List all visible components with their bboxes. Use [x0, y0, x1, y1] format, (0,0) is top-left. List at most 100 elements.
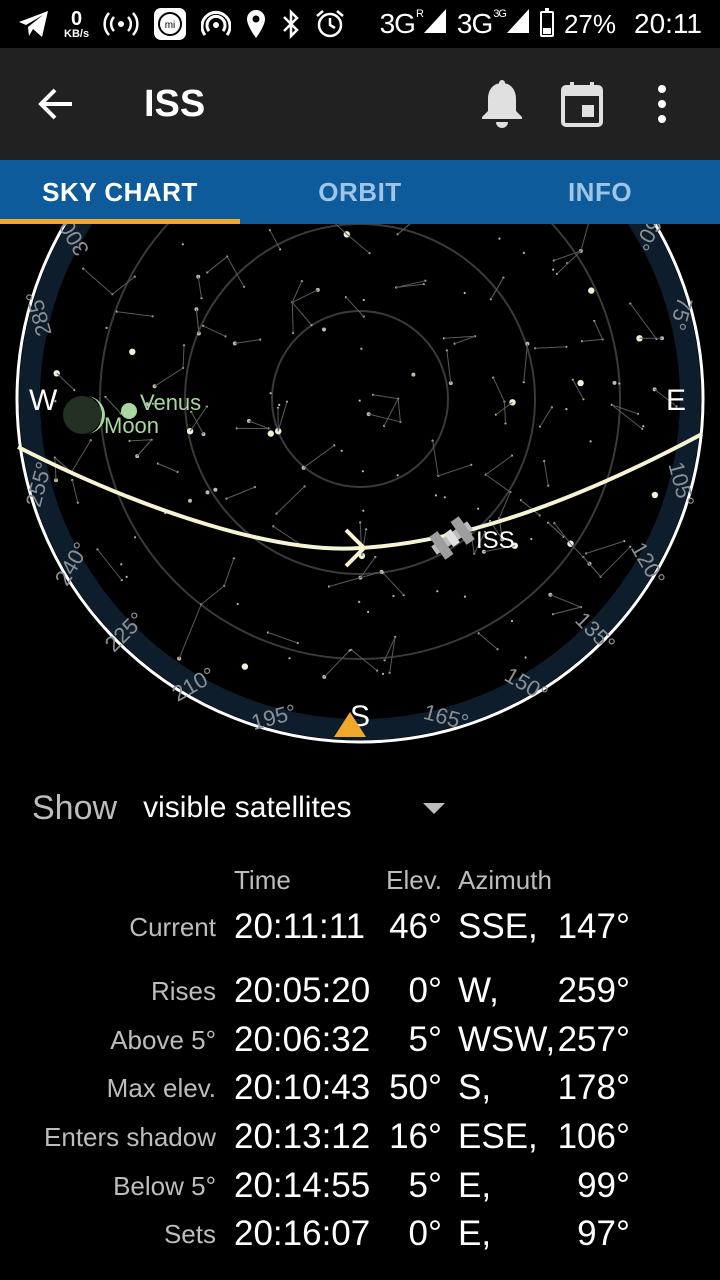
- show-filter: Show visible satellites: [32, 780, 446, 836]
- compass-west: W: [29, 384, 58, 417]
- star: [524, 656, 527, 659]
- row-time: 20:06:32: [234, 1019, 371, 1059]
- header-elevation: Elev.: [386, 865, 442, 895]
- tab-orbit[interactable]: ORBIT: [240, 160, 480, 224]
- table-row: Sets 20:16:07 0° E, 97°: [0, 1210, 720, 1259]
- venus-label: Venus: [140, 390, 201, 415]
- row-time: 20:10:43: [234, 1068, 371, 1108]
- alarm-icon: [315, 9, 345, 39]
- row-elevation: 5°: [408, 1165, 442, 1205]
- back-button[interactable]: [0, 48, 112, 160]
- compass-east: E: [666, 384, 686, 417]
- star: [477, 507, 480, 510]
- tab-sky-chart[interactable]: SKY CHART: [0, 160, 240, 224]
- star: [340, 449, 343, 452]
- table-row: Rises 20:05:20 0° W, 259°: [0, 967, 720, 1016]
- star: [396, 474, 399, 477]
- star: [588, 287, 595, 294]
- sky-chart[interactable]: Venus Moon ISS W E S 300° 285° 255° 240° 225…: [0, 224, 720, 754]
- row-time: 20:13:12: [234, 1116, 371, 1156]
- table-row: Enters shadow 20:13:12 16° ESE, 106°: [0, 1112, 720, 1161]
- network-1: 3G R: [380, 8, 447, 40]
- star: [213, 487, 218, 492]
- star: [443, 496, 446, 499]
- tab-info[interactable]: INFO: [480, 160, 720, 224]
- row-azimuth: 97°: [577, 1214, 630, 1254]
- network-1-sup: R: [415, 8, 424, 20]
- row-elevation: 50°: [389, 1068, 442, 1108]
- star: [358, 399, 361, 402]
- table-gap: [0, 951, 720, 967]
- star: [498, 237, 501, 240]
- star: [463, 595, 467, 598]
- bluetooth-icon: [281, 9, 301, 39]
- calendar-button[interactable]: [542, 64, 622, 144]
- star: [241, 663, 249, 670]
- moon-marker[interactable]: [63, 396, 105, 434]
- chevron-down-icon: [423, 802, 446, 814]
- row-direction: E,: [458, 1214, 492, 1254]
- star: [322, 327, 326, 332]
- star: [510, 619, 514, 623]
- star: [589, 440, 592, 443]
- table-row: Below 5° 20:14:55 5° E, 99°: [0, 1161, 720, 1210]
- row-azimuth: 99°: [577, 1165, 630, 1205]
- table-row-current: Current 20:11:11 46° SSE, 147°: [0, 902, 720, 951]
- calendar-icon: [561, 82, 603, 127]
- star: [105, 326, 108, 329]
- row-label: Max elev.: [106, 1073, 216, 1104]
- net-speed-value: 0: [70, 7, 83, 30]
- star: [618, 382, 621, 385]
- notifications-button[interactable]: [462, 64, 542, 144]
- sky-chart-canvas[interactable]: Venus Moon ISS W E S 300°285°255°240°225…: [0, 224, 720, 754]
- row-elevation: 46°: [389, 906, 442, 946]
- network-2-sup: 3G: [493, 8, 507, 20]
- star: [436, 590, 439, 593]
- more-options-button[interactable]: [622, 64, 702, 144]
- row-time: 20:11:11: [234, 906, 366, 946]
- star: [367, 610, 370, 613]
- row-label: Rises: [150, 976, 216, 1007]
- net-speed-unit: KB/s: [64, 27, 90, 40]
- row-azimuth: 259°: [557, 971, 630, 1011]
- table-header: Time Elev. Azimuth: [0, 860, 720, 902]
- row-label: Below 5°: [113, 1170, 216, 1201]
- row-azimuth: 178°: [557, 1068, 630, 1108]
- star: [362, 298, 365, 302]
- star: [642, 425, 645, 428]
- star: [463, 291, 466, 295]
- row-elevation: 0°: [408, 1214, 442, 1254]
- signal-icon: [423, 9, 446, 33]
- row-time: 20:05:20: [234, 971, 371, 1011]
- star: [434, 494, 437, 497]
- pass-table: Time Elev. Azimuth Current 20:11:11 46° …: [0, 860, 720, 1258]
- row-time: 20:14:55: [234, 1165, 371, 1205]
- status-bar: 0 KB/s mi 3G R 3G 3G 27% 20:11: [0, 0, 720, 48]
- row-direction: SSE,: [458, 906, 538, 946]
- battery-icon: [539, 8, 554, 37]
- table-row: Above 5° 20:06:32 5° WSW, 257°: [0, 1015, 720, 1064]
- app-bar: ISS: [0, 48, 720, 160]
- row-elevation: 5°: [408, 1019, 442, 1059]
- back-arrow-icon: [38, 88, 72, 120]
- row-azimuth: 106°: [557, 1116, 630, 1156]
- star: [236, 602, 239, 606]
- star: [134, 536, 137, 539]
- show-dropdown[interactable]: visible satellites: [143, 791, 446, 825]
- row-time: 20:16:07: [234, 1214, 371, 1254]
- star: [392, 594, 395, 598]
- location-icon: [245, 9, 267, 39]
- show-dropdown-value: visible satellites: [143, 791, 352, 824]
- battery-percent: 27%: [563, 8, 616, 39]
- clock: 20:11: [634, 8, 702, 39]
- more-vert-icon: [658, 85, 666, 123]
- network-2: 3G 3G: [457, 8, 530, 40]
- network-1-label: 3G: [379, 8, 416, 39]
- hotspot-icon: [103, 11, 139, 37]
- row-label: Above 5°: [110, 1024, 216, 1055]
- row-label: Enters shadow: [44, 1121, 216, 1152]
- row-direction: WSW,: [458, 1019, 556, 1059]
- show-label: Show: [32, 788, 118, 827]
- page-title: ISS: [144, 82, 206, 125]
- star: [358, 600, 361, 603]
